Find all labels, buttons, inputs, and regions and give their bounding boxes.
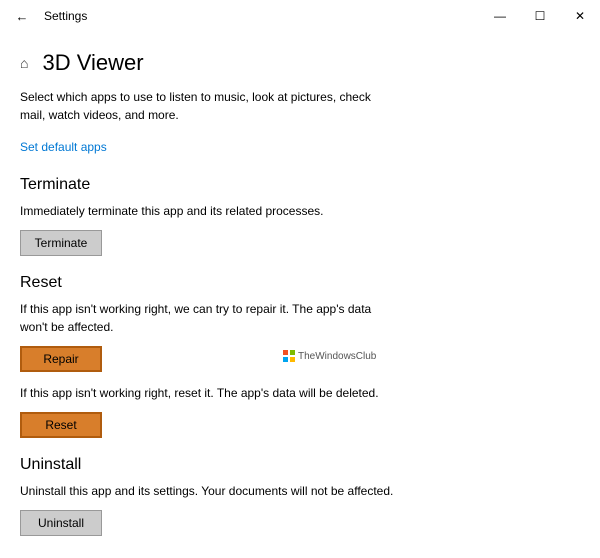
watermark-text: TheWindowsClub xyxy=(298,351,376,362)
uninstall-title: Uninstall xyxy=(20,456,580,474)
repair-button[interactable]: Repair xyxy=(20,346,102,372)
content-area: ⌂ 3D Viewer Select which apps to use to … xyxy=(0,32,600,558)
window-title: Settings xyxy=(36,9,87,23)
window-controls: — ☐ ✕ xyxy=(480,2,600,30)
titlebar: ← Settings — ☐ ✕ xyxy=(0,0,600,32)
back-button[interactable]: ← xyxy=(8,2,36,30)
intro-text: Select which apps to use to listen to mu… xyxy=(20,88,390,124)
uninstall-desc: Uninstall this app and its settings. You… xyxy=(20,482,400,500)
page-header: ⌂ 3D Viewer xyxy=(20,50,580,76)
reset-desc: If this app isn't working right, reset i… xyxy=(20,384,400,402)
terminate-title: Terminate xyxy=(20,176,580,194)
terminate-button[interactable]: Terminate xyxy=(20,230,102,256)
watermark: TheWindowsClub xyxy=(283,350,376,362)
reset-button[interactable]: Reset xyxy=(20,412,102,438)
reset-title: Reset xyxy=(20,274,580,292)
home-icon[interactable]: ⌂ xyxy=(20,55,28,71)
minimize-button[interactable]: — xyxy=(480,2,520,30)
set-default-apps-link[interactable]: Set default apps xyxy=(20,140,107,154)
uninstall-button[interactable]: Uninstall xyxy=(20,510,102,536)
maximize-button[interactable]: ☐ xyxy=(520,2,560,30)
close-button[interactable]: ✕ xyxy=(560,2,600,30)
windows-logo-icon xyxy=(283,350,295,362)
repair-desc: If this app isn't working right, we can … xyxy=(20,300,400,336)
terminate-desc: Immediately terminate this app and its r… xyxy=(20,202,400,220)
page-title: 3D Viewer xyxy=(42,50,143,76)
